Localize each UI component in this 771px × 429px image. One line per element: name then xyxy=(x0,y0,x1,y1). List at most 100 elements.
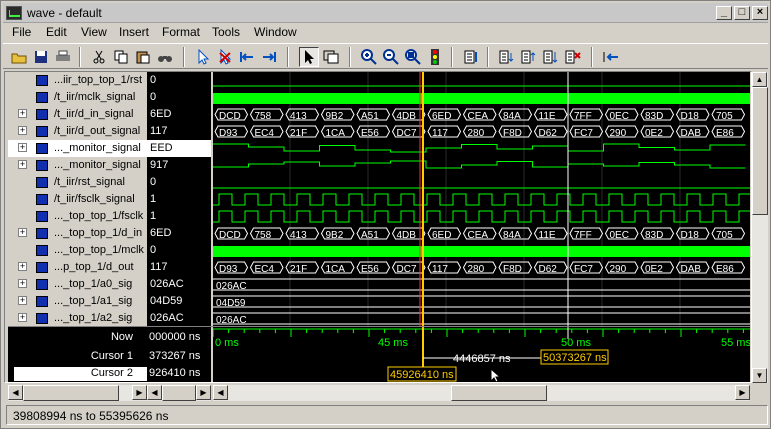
names-scroll-right-button[interactable]: ▶ xyxy=(132,385,147,400)
sort-icon[interactable] xyxy=(541,47,561,67)
zoom-out-icon[interactable] xyxy=(381,47,401,67)
bus-value: 21F xyxy=(290,264,307,275)
expand-toggle[interactable]: + xyxy=(18,313,27,322)
print-icon[interactable] xyxy=(53,47,73,67)
menu-insert[interactable]: Insert xyxy=(119,25,149,39)
select-mode-icon[interactable] xyxy=(299,47,319,67)
find-next-edge-icon[interactable] xyxy=(259,47,279,67)
scroll-up-button[interactable]: ▲ xyxy=(752,72,767,87)
signal-row[interactable]: /t_iir/rst_signal xyxy=(8,174,147,191)
close-button[interactable]: × xyxy=(752,6,768,20)
signal-row[interactable]: + ...p_top_1/d_out xyxy=(8,259,147,276)
bus-value: 7FF xyxy=(574,230,592,241)
cut-icon[interactable] xyxy=(89,47,109,67)
zoom-mode-icon[interactable] xyxy=(321,47,341,67)
save-icon[interactable] xyxy=(31,47,51,67)
clock-trace xyxy=(213,210,750,223)
signal-row[interactable]: + ..._top_top_1/d_in xyxy=(8,225,147,242)
signal-row[interactable]: + /t_iir/d_in_signal xyxy=(8,106,147,123)
signal-row[interactable]: + ..._top_1/a1_sig xyxy=(8,293,147,310)
waves-scroll-right-button[interactable]: ▶ xyxy=(735,385,750,400)
wave-window: wave - default _ □ × File Edit View Inse… xyxy=(0,0,771,429)
waveform-canvas[interactable]: DCD 758 413 9B2 A51 4DB 6ED CEA 84A 11E 7FF 0EC 83D D… xyxy=(213,72,750,326)
mouse-pointer-icon xyxy=(490,367,502,382)
waves-scroll-thumb[interactable] xyxy=(451,385,547,401)
collapse-icon[interactable] xyxy=(519,47,539,67)
expand-toggle[interactable]: + xyxy=(18,109,27,118)
expand-toggle[interactable]: + xyxy=(18,143,27,152)
find-icon[interactable] xyxy=(155,47,175,67)
signal-icon xyxy=(36,177,48,188)
signal-value: 0 xyxy=(150,74,157,86)
signal-row[interactable]: + ..._top_1/a0_sig xyxy=(8,276,147,293)
bus-value: FC7 xyxy=(574,264,593,275)
scroll-down-button[interactable]: ▼ xyxy=(752,368,767,383)
menu-format[interactable]: Format xyxy=(162,25,200,39)
find-previous-edge-icon[interactable] xyxy=(237,47,257,67)
expand-toggle[interactable]: + xyxy=(18,262,27,271)
vertical-scroll-thumb[interactable] xyxy=(752,87,768,215)
cursor-timeline-pane[interactable]: 0 ms 45 ms 50 ms 55 ms 4446857 ns 50373267 ns… xyxy=(213,327,750,382)
expand-toggle[interactable]: + xyxy=(18,126,27,135)
bus-value: 83D xyxy=(645,230,663,241)
delete-cursor-icon[interactable] xyxy=(215,47,235,67)
menu-window[interactable]: Window xyxy=(254,25,297,39)
signal-row[interactable]: ..._top_top_1/fsclk xyxy=(8,208,147,225)
vertical-scrollbar[interactable]: ▲ ▼ xyxy=(752,72,768,383)
expand-toggle[interactable]: + xyxy=(18,160,27,169)
copy-icon[interactable] xyxy=(111,47,131,67)
menu-view[interactable]: View xyxy=(81,25,107,39)
names-scroll-left-button[interactable]: ◀ xyxy=(8,385,23,400)
values-hscrollbar[interactable]: ◀ ▶ xyxy=(147,385,211,401)
expand-toggle[interactable]: + xyxy=(18,296,27,305)
zoom-in-icon[interactable] xyxy=(359,47,379,67)
minimize-button[interactable]: _ xyxy=(716,6,732,20)
goto-icon[interactable] xyxy=(461,47,481,67)
expand-toggle[interactable]: + xyxy=(18,228,27,237)
bus-value: E86 xyxy=(716,264,734,275)
values-scroll-thumb[interactable] xyxy=(162,385,196,401)
zoom-full-icon[interactable] xyxy=(403,47,423,67)
expand-icon[interactable] xyxy=(497,47,517,67)
cursor-2-label[interactable]: Cursor 2 xyxy=(14,367,147,381)
signal-row[interactable]: + /t_iir/d_out_signal xyxy=(8,123,147,140)
maximize-button[interactable]: □ xyxy=(734,6,750,20)
signal-row[interactable]: /t_iir/fsclk_signal xyxy=(8,191,147,208)
signal-row[interactable]: + ..._monitor_signal xyxy=(8,140,147,157)
menu-bar: File Edit View Insert Format Tools Windo… xyxy=(3,23,768,41)
names-scroll-thumb[interactable] xyxy=(23,385,119,401)
cursor-1-label[interactable]: Cursor 1 xyxy=(91,350,133,362)
bus-value: 1CA xyxy=(326,264,346,275)
signal-row[interactable]: ..._top_top_1/mclk xyxy=(8,242,147,259)
title-bar[interactable]: wave - default _ □ × xyxy=(3,3,768,23)
fast-clock-trace xyxy=(213,93,750,104)
signal-icon xyxy=(36,160,48,171)
bus-value: 9B2 xyxy=(326,230,344,241)
waveform-pane[interactable]: DCD 758 413 9B2 A51 4DB 6ED CEA 84A 11E 7FF 0EC 83D D… xyxy=(213,72,750,326)
window-title: wave - default xyxy=(27,6,102,20)
timeline-canvas[interactable]: 0 ms 45 ms 50 ms 55 ms 4446857 ns 50373267 ns… xyxy=(213,327,750,382)
signal-row[interactable]: + ..._monitor_signal xyxy=(8,157,147,174)
waves-scroll-left-button[interactable]: ◀ xyxy=(213,385,228,400)
signal-row[interactable]: + ..._top_1/a2_sig xyxy=(8,310,147,326)
open-icon[interactable] xyxy=(9,47,29,67)
menu-tools[interactable]: Tools xyxy=(212,25,240,39)
signal-row[interactable]: /t_iir/mclk_signal xyxy=(8,89,147,106)
clear-icon[interactable] xyxy=(563,47,583,67)
bus-value: 413 xyxy=(290,111,307,122)
values-scroll-right-button[interactable]: ▶ xyxy=(196,385,211,400)
expand-toggle[interactable]: + xyxy=(18,279,27,288)
values-scroll-left-button[interactable]: ◀ xyxy=(147,385,162,400)
names-hscrollbar[interactable]: ◀ ▶ xyxy=(8,385,147,401)
waves-hscrollbar[interactable]: ◀ ▶ xyxy=(213,385,750,401)
status-time-range: 39808994 ns to 55395626 ns xyxy=(13,409,169,423)
signal-row[interactable]: ...iir_top_top_1/rst xyxy=(8,72,147,89)
signal-icon xyxy=(36,211,48,222)
paste-icon[interactable] xyxy=(133,47,153,67)
run-icon[interactable] xyxy=(601,47,621,67)
insert-cursor-icon[interactable] xyxy=(193,47,213,67)
bus-value: 11E xyxy=(539,230,556,241)
menu-edit[interactable]: Edit xyxy=(46,25,67,39)
stop-sign-icon[interactable] xyxy=(425,47,445,67)
menu-file[interactable]: File xyxy=(12,25,31,39)
